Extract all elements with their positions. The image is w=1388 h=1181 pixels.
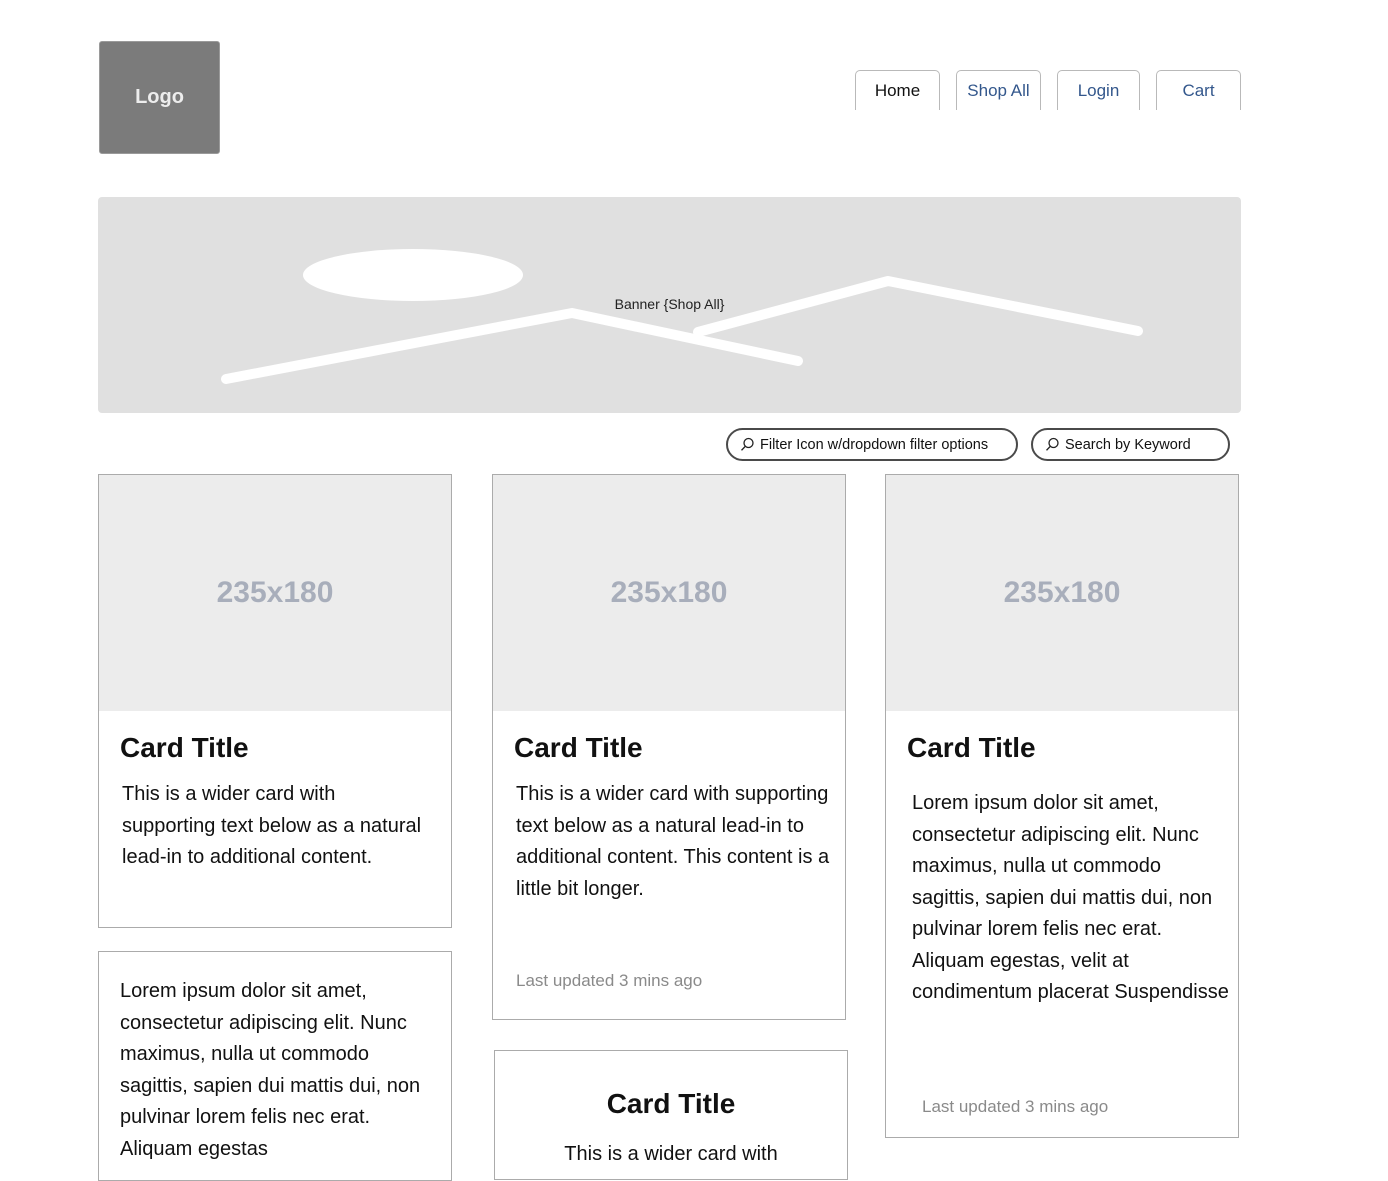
search-input[interactable]: Search by Keyword bbox=[1031, 428, 1230, 461]
product-card[interactable]: 235x180 Card Title This is a wider card … bbox=[492, 474, 846, 1020]
card-title: Card Title bbox=[907, 732, 1036, 763]
card-text: This is a wider card with supporting tex… bbox=[516, 783, 830, 900]
search-icon bbox=[740, 437, 754, 451]
logo[interactable]: Logo bbox=[99, 41, 220, 154]
card-title: Card Title bbox=[606, 1088, 736, 1119]
nav-tab-home[interactable]: Home bbox=[855, 70, 940, 110]
card-updated-text: Last updated 3 mins ago bbox=[516, 971, 703, 990]
nav-tab-cart[interactable]: Cart bbox=[1156, 70, 1241, 110]
search-icon bbox=[1045, 437, 1059, 451]
card-text: Lorem ipsum dolor sit amet, consectetur … bbox=[120, 980, 421, 1160]
banner-label: Banner {Shop All} bbox=[614, 296, 725, 312]
card-updated-text: Last updated 3 mins ago bbox=[922, 1097, 1109, 1116]
card-text: This is a wider card with supporting tex… bbox=[122, 783, 422, 868]
card-image-placeholder: 235x180 bbox=[99, 475, 451, 711]
text-card[interactable]: Card Title This is a wider card with bbox=[494, 1050, 848, 1180]
card-text: Lorem ipsum dolor sit amet, consectetur … bbox=[912, 792, 1229, 1003]
product-card[interactable]: 235x180 Card Title Lorem ipsum dolor sit… bbox=[885, 474, 1239, 1138]
nav-tab-shop-all[interactable]: Shop All bbox=[956, 70, 1041, 110]
card-text: This is a wider card with bbox=[564, 1143, 778, 1165]
filter-dropdown[interactable]: Filter Icon w/dropdown filter options bbox=[726, 428, 1018, 461]
nav-tab-login[interactable]: Login bbox=[1057, 70, 1140, 110]
card-title: Card Title bbox=[514, 732, 643, 763]
card-image-placeholder: 235x180 bbox=[886, 475, 1238, 711]
card-image-placeholder: 235x180 bbox=[493, 475, 845, 711]
filter-label: Filter Icon w/dropdown filter options bbox=[760, 436, 989, 453]
product-card[interactable]: 235x180 Card Title This is a wider card … bbox=[98, 474, 452, 928]
card-title: Card Title bbox=[120, 732, 249, 763]
banner: Banner {Shop All} bbox=[98, 197, 1241, 413]
search-placeholder: Search by Keyword bbox=[1065, 436, 1191, 453]
text-card[interactable]: Lorem ipsum dolor sit amet, consectetur … bbox=[98, 951, 452, 1181]
